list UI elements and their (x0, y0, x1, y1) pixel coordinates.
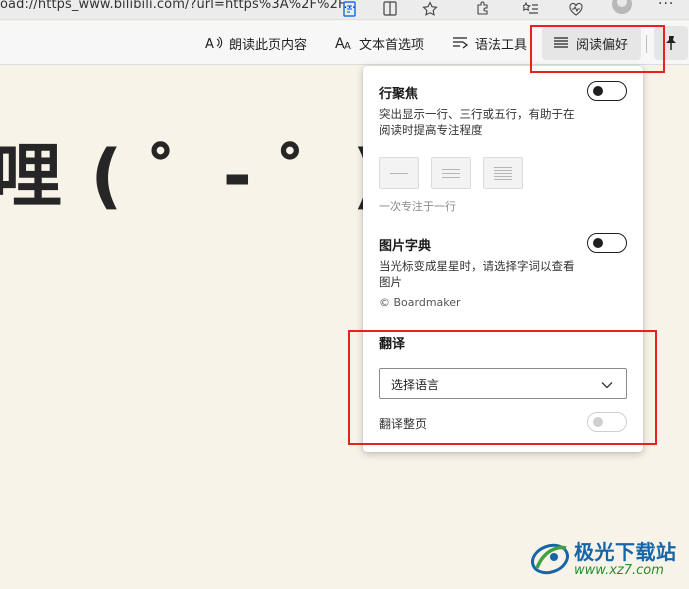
read-aloud-label: 朗读此页内容 (229, 37, 308, 53)
chevron-down-icon (601, 382, 613, 389)
pin-icon (666, 36, 676, 50)
reader-toolbar: A 朗读此页内容 AA 文本首选项 语法工具 阅读偏好 (0, 21, 689, 65)
immersive-reader-icon[interactable] (341, 0, 359, 18)
reading-preferences-button[interactable]: 阅读偏好 (542, 26, 641, 60)
svg-text:A: A (344, 41, 351, 52)
address-url-text[interactable]: oad://https_www.bilibili.com/?url=https%… (0, 0, 356, 12)
line-focus-description: 突出显示一行、三行或五行，有助于在阅读时提高专注程度 (379, 107, 575, 137)
watermark-name: 极光下载站 (574, 540, 677, 564)
text-preferences-label: 文本首选项 (359, 37, 425, 53)
split-screen-icon[interactable] (381, 0, 399, 18)
picture-dictionary-toggle[interactable] (587, 233, 627, 253)
line-focus-hint: 一次专注于一行 (379, 200, 456, 213)
favorite-star-icon[interactable] (421, 0, 439, 18)
translate-page-label: 翻译整页 (379, 417, 428, 431)
profile-avatar[interactable] (612, 0, 632, 14)
extensions-icon[interactable] (474, 0, 492, 18)
focus-three-lines-option[interactable] (431, 157, 471, 189)
grammar-tools-button[interactable]: 语法工具 (451, 21, 527, 65)
focus-one-line-option[interactable] (379, 157, 419, 189)
line-icon-bar (494, 172, 512, 174)
read-aloud-button[interactable]: A 朗读此页内容 (205, 21, 307, 65)
performance-heart-icon[interactable] (567, 0, 585, 18)
boardmaker-credit: © Boardmaker (379, 296, 461, 309)
text-preferences-button[interactable]: AA 文本首选项 (335, 21, 424, 65)
line-icon-bar (494, 169, 512, 171)
grammar-tools-icon (453, 37, 468, 49)
pin-toolbar-button[interactable] (654, 26, 688, 60)
line-icon-bar (494, 166, 512, 168)
watermark-url: www.xz7.com (574, 563, 664, 578)
language-select[interactable]: 选择语言 (379, 368, 627, 399)
text-size-icon: AA (335, 36, 351, 52)
reading-preferences-label: 阅读偏好 (576, 37, 629, 53)
line-icon-bar (494, 178, 512, 180)
translate-page-toggle[interactable] (587, 412, 627, 432)
grammar-tools-label: 语法工具 (475, 37, 528, 53)
svg-text:A: A (205, 37, 214, 52)
read-aloud-icon: A (205, 36, 223, 52)
reading-preferences-icon (554, 37, 568, 48)
watermark: 极光下载站 www.xz7.com (528, 536, 683, 586)
one-line-icon (390, 172, 408, 174)
watermark-logo-icon (531, 543, 569, 575)
line-focus-toggle[interactable] (587, 81, 627, 101)
picture-dictionary-title: 图片字典 (379, 239, 432, 254)
line-icon-bar (442, 172, 460, 174)
line-icon-bar (442, 168, 460, 170)
line-focus-title: 行聚焦 (379, 87, 419, 102)
translate-title: 翻译 (379, 337, 406, 352)
line-icon-bar (494, 175, 512, 177)
picture-dictionary-description: 当光标变成星星时，请选择字词以查看图片 (379, 259, 575, 289)
favorites-list-icon[interactable] (522, 0, 540, 18)
language-select-value: 选择语言 (391, 378, 440, 392)
line-icon-bar (442, 176, 460, 178)
focus-five-lines-option[interactable] (483, 157, 523, 189)
toolbar-divider (646, 35, 647, 53)
more-options-icon[interactable]: ··· (658, 0, 674, 12)
reading-preferences-panel: 行聚焦 突出显示一行、三行或五行，有助于在阅读时提高专注程度 一次专注于一行 图… (363, 66, 643, 452)
browser-address-bar: oad://https_www.bilibili.com/?url=https%… (0, 0, 689, 20)
